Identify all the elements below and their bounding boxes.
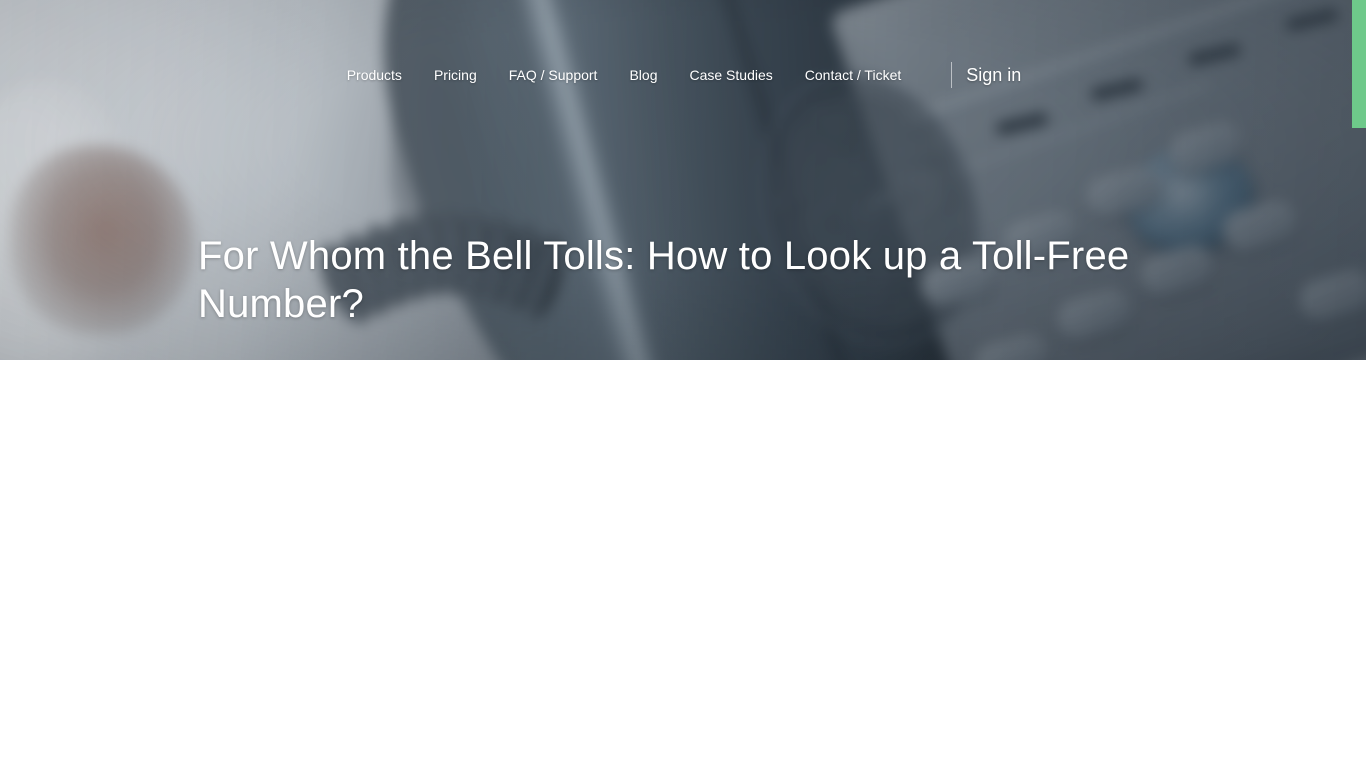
- article-body: [0, 360, 1366, 768]
- main-navigation: Products Pricing FAQ / Support Blog Case…: [0, 0, 1366, 150]
- nav-item-case-studies[interactable]: Case Studies: [673, 68, 788, 82]
- accent-bar: [1352, 0, 1366, 128]
- page-title: For Whom the Bell Tolls: How to Look up …: [198, 234, 1130, 326]
- nav-item-faq-support[interactable]: FAQ / Support: [493, 68, 614, 82]
- page-root: Products Pricing FAQ / Support Blog Case…: [0, 0, 1366, 768]
- nav-item-pricing[interactable]: Pricing: [418, 68, 493, 82]
- nav-item-products[interactable]: Products: [331, 68, 418, 82]
- nav-item-contact-ticket[interactable]: Contact / Ticket: [789, 68, 917, 82]
- nav-item-blog[interactable]: Blog: [613, 68, 673, 82]
- hero-banner: Products Pricing FAQ / Support Blog Case…: [0, 0, 1366, 360]
- sign-in-link[interactable]: Sign in: [952, 66, 1035, 84]
- nav-items-container: Products Pricing FAQ / Support Blog Case…: [331, 62, 1036, 88]
